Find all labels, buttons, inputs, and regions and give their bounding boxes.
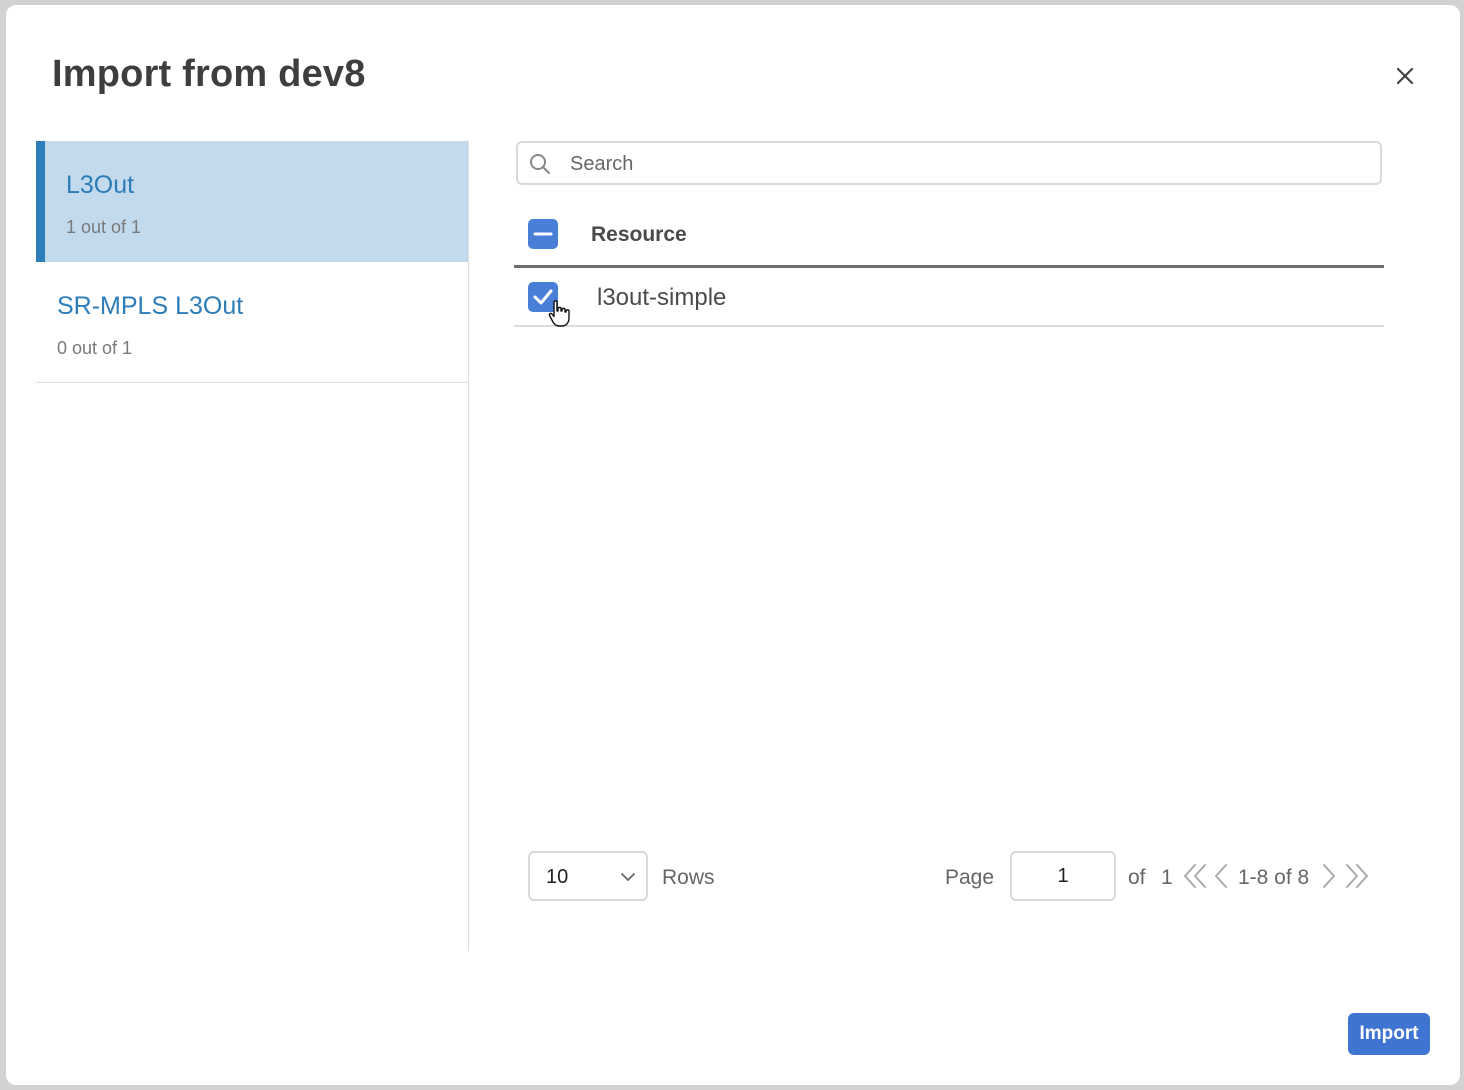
search-field[interactable] [516, 141, 1382, 185]
resource-name: l3out-simple [597, 284, 727, 311]
minus-icon [533, 232, 553, 236]
rows-per-page-value: 10 [546, 866, 569, 888]
of-label: of [1128, 866, 1146, 889]
previous-page-icon[interactable] [1212, 861, 1230, 891]
range-label: 1-8 of 8 [1238, 866, 1310, 889]
close-icon[interactable] [1392, 63, 1418, 89]
import-button[interactable]: Import [1348, 1013, 1430, 1055]
sidebar-item-label: L3Out [66, 171, 135, 199]
rows-per-page-select[interactable]: 10 [528, 851, 648, 901]
next-page-icon[interactable] [1320, 861, 1338, 891]
sidebar-item-sr-mpls-l3out[interactable]: SR-MPLS L3Out 0 out of 1 [36, 262, 468, 383]
chevron-down-icon [621, 873, 635, 881]
total-pages: 1 [1161, 866, 1173, 889]
sidebar-item-l3out[interactable]: L3Out 1 out of 1 [36, 141, 468, 262]
page-number-input[interactable] [1010, 851, 1116, 901]
hand-pointer-cursor-icon [548, 300, 570, 327]
column-header-resource: Resource [591, 223, 687, 246]
dialog-title: Import from dev8 [52, 53, 366, 95]
select-all-checkbox[interactable] [528, 219, 558, 249]
sidebar-item-count: 0 out of 1 [57, 338, 133, 358]
last-page-icon[interactable] [1342, 861, 1370, 891]
sidebar-item-label: SR-MPLS L3Out [57, 292, 244, 320]
resource-type-sidebar: L3Out 1 out of 1 SR-MPLS L3Out 0 out of … [36, 141, 469, 951]
search-icon [530, 154, 550, 174]
first-page-icon[interactable] [1182, 861, 1210, 891]
table-row[interactable]: l3out-simple [514, 268, 1384, 327]
page-label: Page [945, 866, 995, 889]
search-input[interactable] [568, 147, 1362, 181]
import-dialog: Import from dev8 L3Out 1 out of 1 SR-MPL… [6, 5, 1460, 1085]
table-header: Resource [514, 205, 1384, 268]
rows-label: Rows [662, 866, 715, 889]
sidebar-item-count: 1 out of 1 [66, 217, 142, 237]
